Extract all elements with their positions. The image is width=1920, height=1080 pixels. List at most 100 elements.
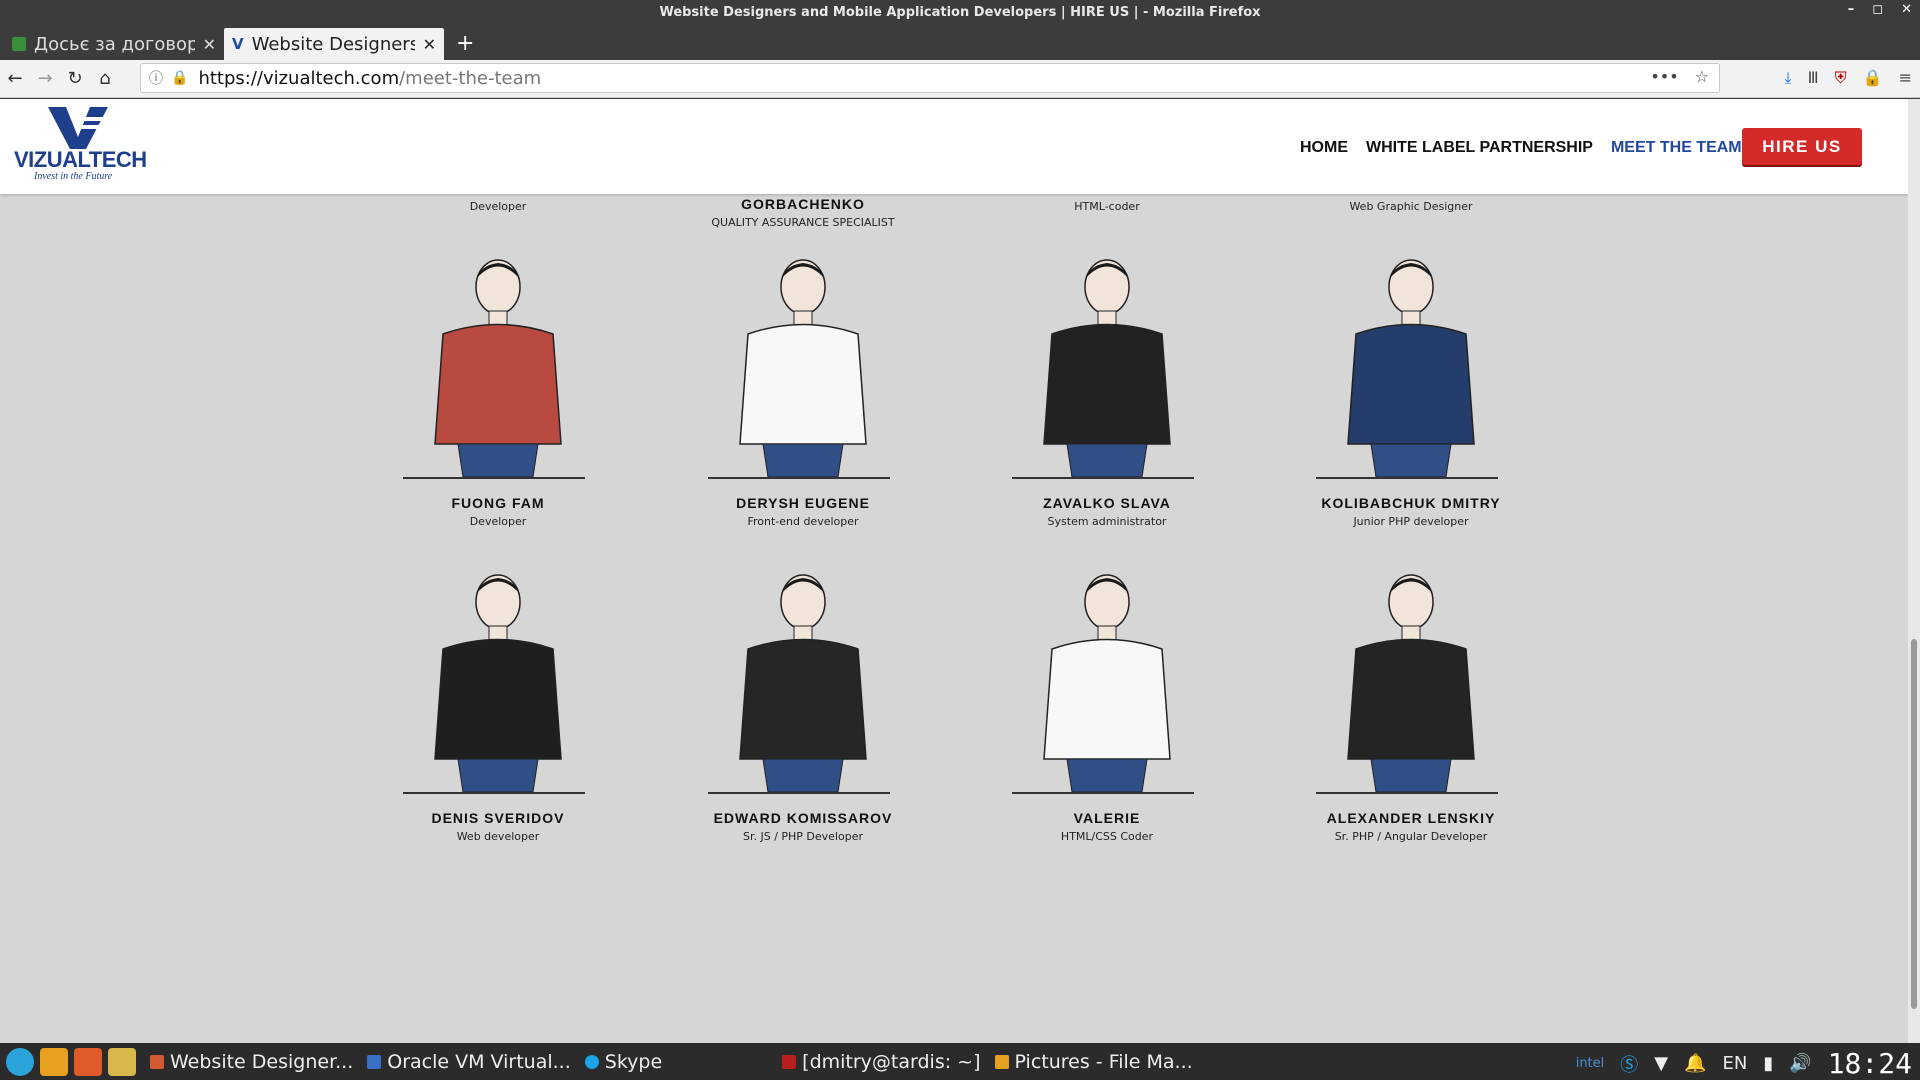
window-title: Website Designers and Mobile Application… [659,4,1261,20]
team-member-role: System administrator [1047,515,1167,528]
ublock-icon[interactable]: ⛨ [1835,68,1847,88]
url-host: https://vizualtech.com [198,67,400,89]
info-icon[interactable]: ⓘ [149,68,163,88]
vizualtech-logo[interactable]: VIZUALTECH Invest in the Future [14,107,147,187]
hire-us-button[interactable]: HIRE US [1742,128,1862,165]
team-member-portrait [708,564,898,794]
bookmark-star-icon[interactable]: ☆ [1695,67,1709,86]
team-member-role: QUALITY ASSURANCE SPECIALIST [711,216,895,229]
tab-favicon-icon: V [232,35,244,53]
portrait-ground-line [403,477,585,479]
taskbar-app-label: Skype [604,1050,663,1073]
taskbar-app-label: Pictures - File Ma... [1014,1050,1193,1073]
taskbar-app-label: Oracle VM Virtual... [387,1050,571,1073]
notification-icon[interactable]: 🔔 [1684,1053,1706,1074]
window-titlebar: Website Designers and Mobile Application… [0,0,1920,24]
volume-icon[interactable]: 🔊 [1789,1053,1811,1074]
reload-icon[interactable]: ↻ [60,68,90,89]
portrait-ground-line [1316,792,1498,794]
start-menu-icon[interactable] [6,1047,34,1076]
taskbar-terminal[interactable]: [dmitry@tardis: ~] [782,1050,981,1073]
portrait-ground-line [708,477,890,479]
tab-favicon-icon [12,37,26,51]
tab-strip: Досьє за договоро ✕ V Website Designers … [0,24,1920,60]
wifi-icon[interactable]: ▼ [1654,1053,1668,1074]
menu-home[interactable]: HOME [1300,139,1348,157]
team-member-role: Developer [469,200,527,213]
team-member-portrait [403,564,593,794]
tab-close-icon[interactable]: ✕ [203,35,216,54]
taskbar-firefox[interactable]: Website Designer... [150,1051,353,1073]
team-member-role: Sr. PHP / Angular Developer [1334,830,1488,843]
navigation-toolbar: ← → ↻ ⌂ ⓘ 🔒 https://vizualtech.com /meet… [0,60,1920,98]
team-member-card: ALEXANDER LENSKIY Sr. PHP / Angular Devel… [1316,564,1506,843]
portrait-ground-line [403,792,585,794]
team-member-name: ALEXANDER LENSKIY [1326,810,1496,826]
back-icon[interactable]: ← [0,68,30,89]
home-icon[interactable]: ⌂ [90,68,120,89]
battery-icon[interactable]: ▮ [1763,1053,1773,1074]
close-window-button[interactable]: ✕ [1901,2,1912,17]
firefox-icon [150,1054,164,1069]
menu-white-label[interactable]: WHITE LABEL PARTNERSHIP [1366,139,1593,157]
team-member-card: FUONG FAM Developer [403,249,593,528]
url-bar[interactable]: ⓘ 🔒 https://vizualtech.com /meet-the-tea… [140,63,1720,93]
team-member-card: DERYSH EUGENE Front-end developer [708,249,898,528]
taskbar-virtualbox[interactable]: Oracle VM Virtual... [367,1051,571,1073]
minimize-button[interactable]: – [1848,2,1855,17]
team-member-card: DENIS SVERIDOV Web developer [403,564,593,843]
taskbar-skype[interactable]: Skype [584,1050,663,1073]
download-icon[interactable]: ⤓ [1785,68,1792,88]
folder-launcher-icon[interactable] [108,1047,136,1076]
team-member-role: Sr. JS / PHP Developer [742,830,864,843]
page-viewport: VIZUALTECH Invest in the Future HOME WHI… [0,99,1908,1043]
team-member-card: KOLIBABCHUK DMITRY Junior PHP developer [1316,249,1506,528]
team-member-role: Junior PHP developer [1353,515,1469,528]
team-member-portrait [1012,249,1202,479]
extension-icon[interactable]: 🔒 [1863,68,1883,88]
page-actions-icon[interactable]: ••• [1650,67,1678,86]
forward-icon[interactable]: → [30,68,60,89]
portrait-ground-line [1012,792,1194,794]
firefox-launcher-icon[interactable] [74,1047,102,1076]
taskbar-app-label: Website Designer... [170,1050,354,1073]
team-member-name: KOLIBABCHUK DMITRY [1321,495,1501,511]
terminal-icon [782,1054,797,1069]
taskbar-app-label: [dmitry@tardis: ~] [802,1050,981,1073]
team-member-name: ZAVALKO SLAVA [1043,495,1171,511]
page-scrollbar[interactable] [1908,99,1920,1043]
library-icon[interactable]: Ⅲ [1808,68,1819,88]
tab-title: Досьє за договоро [34,33,195,55]
tray-skype-icon[interactable]: Ⓢ [1620,1051,1638,1077]
lock-icon: 🔒 [171,70,189,86]
team-member-name: DENIS SVERIDOV [431,810,565,826]
team-member-card: EDWARD KOMISSAROV Sr. JS / PHP Developer [708,564,898,843]
site-menu: HOME WHITE LABEL PARTNERSHIP MEET THE TE… [1300,139,1742,157]
new-tab-button[interactable]: + [444,31,486,60]
portrait-ground-line [1316,477,1498,479]
taskbar-file-manager[interactable]: Pictures - File Ma... [994,1050,1193,1073]
portrait-ground-line [1012,477,1194,479]
intel-icon[interactable]: intel [1576,1056,1605,1071]
team-member-portrait [403,249,593,479]
menu-meet-the-team[interactable]: MEET THE TEAM [1611,139,1742,157]
team-member-role: HTML/CSS Coder [1060,830,1154,843]
logo-tagline: Invest in the Future [34,171,113,182]
tab-dossier[interactable]: Досьє за договоро ✕ [4,28,224,60]
tab-vizualtech[interactable]: V Website Designers ✕ [224,28,444,60]
team-member-role: Developer [469,515,527,528]
menu-icon[interactable]: ≡ [1899,68,1912,88]
files-launcher-icon[interactable] [40,1047,68,1076]
tab-close-icon[interactable]: ✕ [423,35,436,54]
keyboard-layout[interactable]: EN [1723,1053,1748,1074]
team-member-portrait [708,249,898,479]
team-member-role: Front-end developer [747,515,859,528]
team-member-name: VALERIE [1073,810,1141,826]
system-tray: intel Ⓢ ▼ 🔔 EN ▮ 🔊 18:24 [1576,1047,1912,1080]
virtualbox-icon [367,1054,382,1069]
scrollbar-thumb[interactable] [1911,639,1917,1009]
maximize-button[interactable]: ◻ [1872,2,1883,17]
logo-name: VIZUALTECH [14,147,147,172]
team-member-role: Web Graphic Designer [1349,200,1473,213]
logo-v-icon [48,107,108,149]
